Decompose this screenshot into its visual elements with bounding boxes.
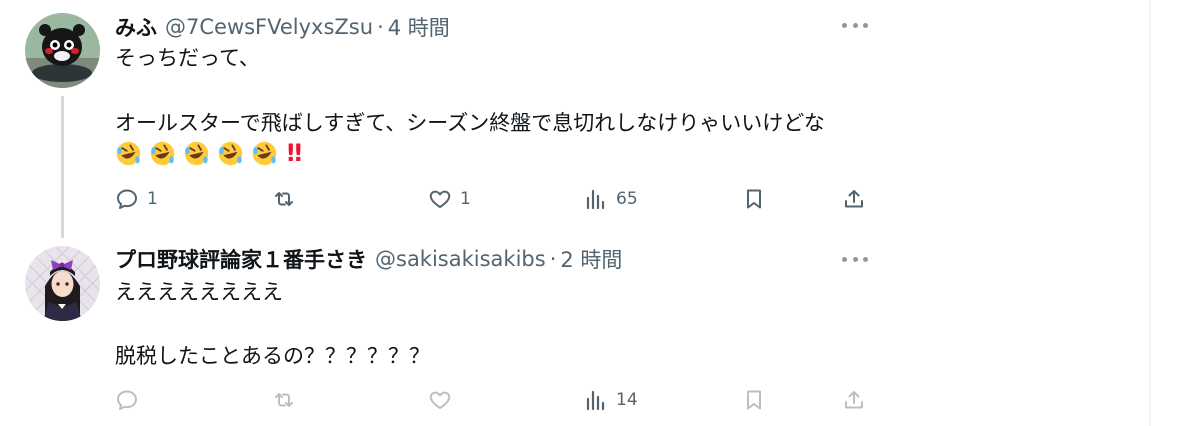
rolling-on-floor-laughing-icon bbox=[150, 141, 175, 165]
share-button[interactable] bbox=[842, 184, 866, 214]
heart-icon bbox=[429, 190, 451, 208]
emoji-row: ‼ bbox=[115, 138, 302, 168]
bookmark-icon bbox=[747, 189, 761, 209]
user-handle[interactable]: @7CewsFVelyxsZsu bbox=[165, 15, 373, 39]
more-icon[interactable] bbox=[842, 254, 868, 264]
timestamp[interactable]: 4 時間 bbox=[388, 12, 450, 42]
share-icon bbox=[845, 391, 863, 409]
views-button[interactable]: 14 bbox=[584, 385, 638, 415]
rolling-on-floor-laughing-icon bbox=[252, 141, 277, 165]
reply-icon bbox=[117, 390, 137, 410]
reply-button[interactable] bbox=[115, 385, 139, 415]
tweet-actions: 14 bbox=[115, 385, 870, 415]
separator: · bbox=[377, 15, 384, 39]
separator: · bbox=[549, 247, 557, 271]
display-name[interactable]: プロ野球評論家１番手さき bbox=[115, 244, 367, 274]
tweet-text-line: オールスターで飛ばしすぎて、シーズン終盤で息切れしなけりゃいいけどな bbox=[115, 111, 825, 135]
retweet-icon bbox=[275, 192, 293, 206]
avatar[interactable] bbox=[25, 246, 100, 321]
reply-count: 1 bbox=[147, 189, 158, 209]
rolling-on-floor-laughing-icon bbox=[184, 141, 209, 165]
bookmark-button[interactable] bbox=[742, 385, 766, 415]
avatar[interactable] bbox=[25, 13, 100, 88]
tweet-header: みふ @7CewsFVelyxsZsu · 4 時間 bbox=[115, 12, 450, 42]
bar-chart-icon bbox=[586, 390, 605, 411]
more-icon[interactable] bbox=[842, 20, 868, 30]
like-button[interactable] bbox=[428, 385, 452, 415]
retweet-icon bbox=[275, 393, 293, 407]
retweet-button[interactable] bbox=[272, 385, 296, 415]
heart-icon bbox=[429, 391, 451, 409]
tweet[interactable]: プロ野球評論家１番手さき @sakisakisakibs · 2 時間 ええええ… bbox=[0, 238, 1150, 426]
tweet-text-line: ええええええええ bbox=[115, 280, 283, 304]
share-icon bbox=[845, 190, 863, 208]
tweet-text-line: 脱税したことあるの？？？？？？ bbox=[115, 344, 430, 368]
view-count: 14 bbox=[616, 390, 638, 410]
display-name[interactable]: みふ bbox=[115, 12, 157, 42]
like-count: 1 bbox=[460, 189, 471, 209]
timestamp[interactable]: 2 時間 bbox=[560, 244, 622, 274]
views-button[interactable]: 65 bbox=[584, 184, 638, 214]
bookmark-button[interactable] bbox=[742, 184, 766, 214]
avatar-image bbox=[25, 246, 100, 321]
share-button[interactable] bbox=[842, 385, 866, 415]
tweet-header: プロ野球評論家１番手さき @sakisakisakibs · 2 時間 bbox=[115, 244, 622, 274]
like-button[interactable]: 1 bbox=[428, 184, 471, 214]
tweet-actions: 1 1 65 bbox=[115, 184, 870, 214]
tweet[interactable]: みふ @7CewsFVelyxsZsu · 4 時間 そっちだって、 オールスタ… bbox=[0, 0, 1150, 240]
avatar-image bbox=[25, 13, 100, 88]
view-count: 65 bbox=[616, 189, 638, 209]
rolling-on-floor-laughing-icon bbox=[116, 141, 141, 165]
user-handle[interactable]: @sakisakisakibs bbox=[375, 247, 546, 271]
tweet-text-line: そっちだって、 bbox=[115, 46, 260, 70]
bar-chart-icon bbox=[586, 189, 605, 210]
reply-icon bbox=[117, 189, 137, 209]
reply-button[interactable]: 1 bbox=[115, 184, 158, 214]
bookmark-icon bbox=[747, 390, 761, 410]
retweet-button[interactable] bbox=[272, 184, 296, 214]
double-exclamation-icon: ‼ bbox=[287, 139, 302, 167]
rolling-on-floor-laughing-icon bbox=[218, 141, 243, 165]
